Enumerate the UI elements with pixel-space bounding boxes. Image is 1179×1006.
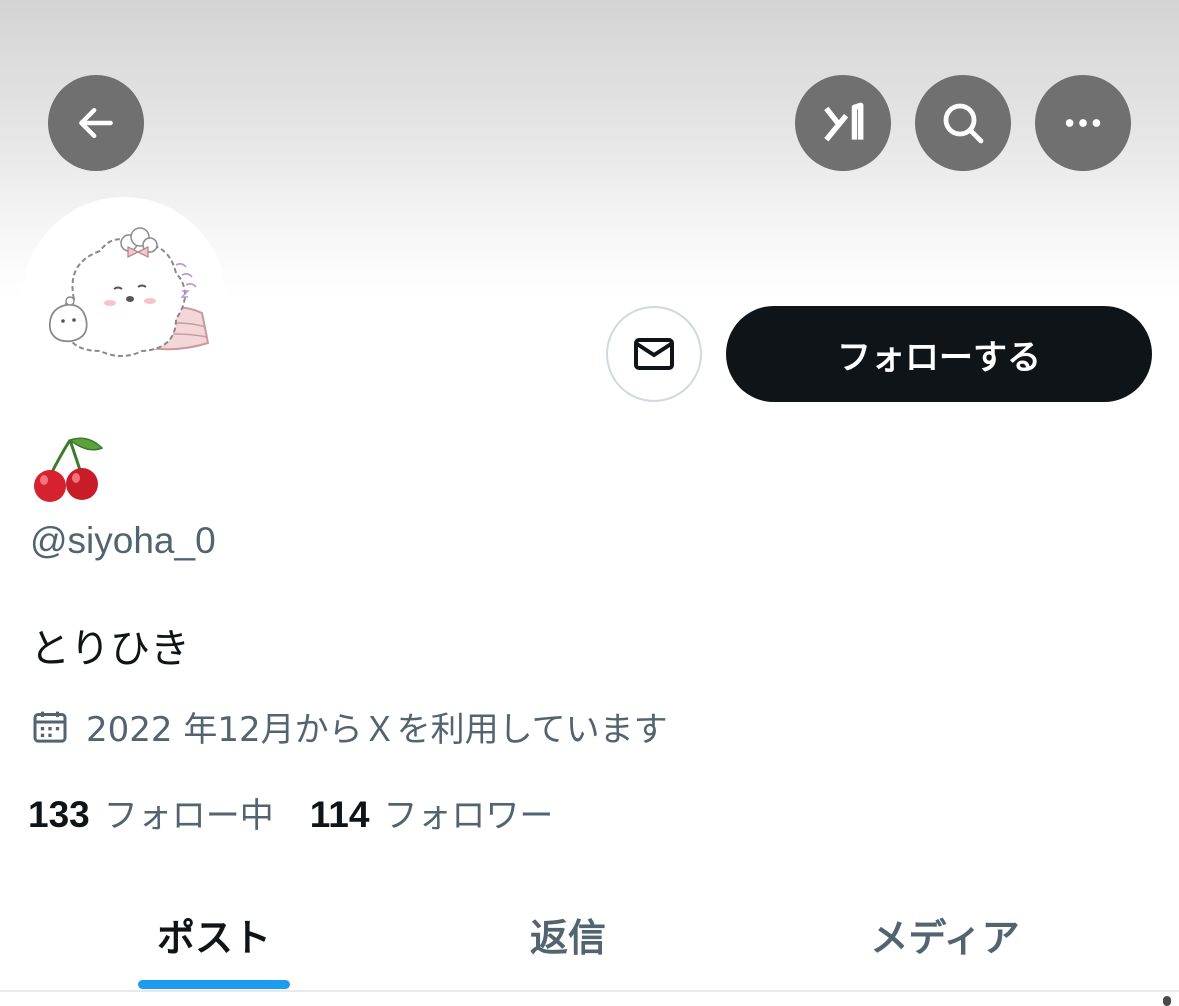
tab-replies[interactable]: 返信	[468, 898, 668, 970]
mail-icon	[634, 338, 674, 370]
tabs-divider	[0, 990, 1179, 992]
scrollbar-thumb[interactable]	[1163, 996, 1171, 1006]
grok-button[interactable]	[795, 75, 891, 171]
tab-media[interactable]: メディア	[825, 898, 1065, 970]
tab-posts[interactable]: ポスト	[110, 898, 318, 970]
following-link[interactable]: 133 フォロー中	[28, 788, 274, 837]
more-button[interactable]	[1035, 75, 1131, 171]
avatar[interactable]	[26, 201, 222, 397]
cherries-icon	[34, 437, 104, 502]
follow-button[interactable]: フォローする	[726, 306, 1152, 402]
join-date: 2022 年12月からＸを利用しています	[30, 702, 668, 751]
profile-bio: とりひき	[30, 626, 190, 672]
followers-count: 114	[309, 794, 370, 835]
followers-label: フォロワー	[383, 796, 554, 836]
following-count: 133	[28, 794, 90, 835]
back-button[interactable]	[48, 75, 144, 171]
calendar-icon	[33, 711, 67, 743]
followers-link[interactable]: 114 フォロワー	[310, 788, 554, 837]
message-button[interactable]	[606, 306, 702, 402]
grok-icon	[824, 102, 864, 142]
avatar-illustration	[26, 201, 222, 397]
follow-stats: 133 フォロー中 114 フォロワー	[28, 788, 589, 837]
search-button[interactable]	[915, 75, 1011, 171]
user-handle: @siyoha_0	[30, 520, 216, 561]
more-horizontal-icon	[1065, 119, 1101, 127]
join-date-text: 2022 年12月からＸを利用しています	[86, 710, 668, 750]
arrow-left-icon	[79, 107, 113, 139]
active-tab-indicator	[138, 980, 290, 989]
following-label: フォロー中	[103, 796, 274, 836]
profile-tabs: ポスト 返信 メディア	[0, 880, 1179, 990]
display-name	[30, 432, 106, 508]
search-icon	[943, 103, 984, 144]
